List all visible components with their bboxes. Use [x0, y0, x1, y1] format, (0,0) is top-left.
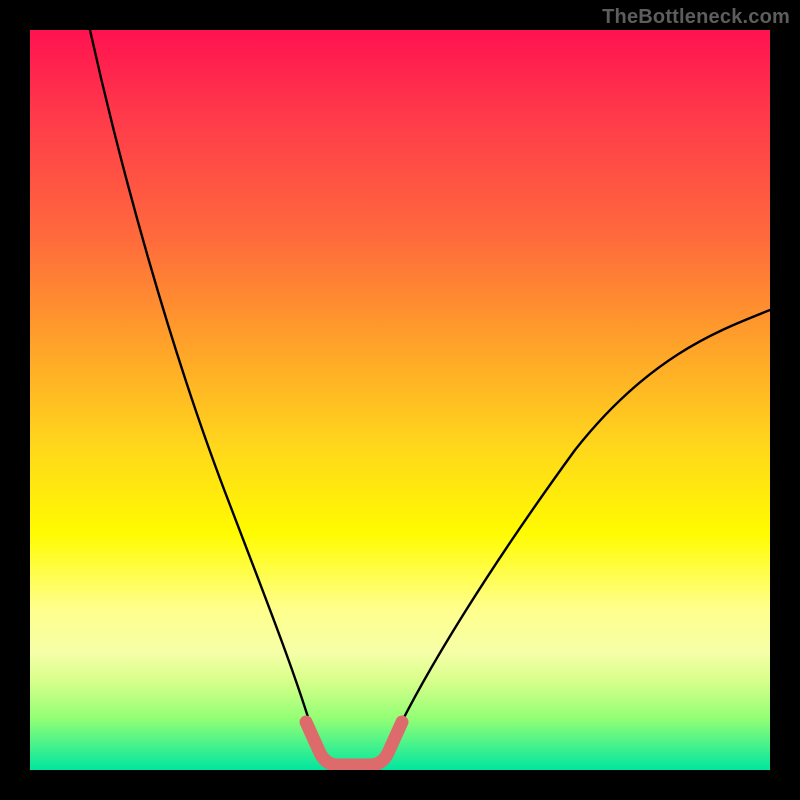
- chart-svg: [30, 30, 770, 770]
- chart-frame: TheBottleneck.com: [0, 0, 800, 800]
- watermark-text: TheBottleneck.com: [602, 6, 790, 29]
- curve-left-branch: [90, 30, 318, 750]
- valley-highlight: [306, 722, 402, 765]
- curve-right-branch: [388, 310, 770, 750]
- chart-plot-area: [30, 30, 770, 770]
